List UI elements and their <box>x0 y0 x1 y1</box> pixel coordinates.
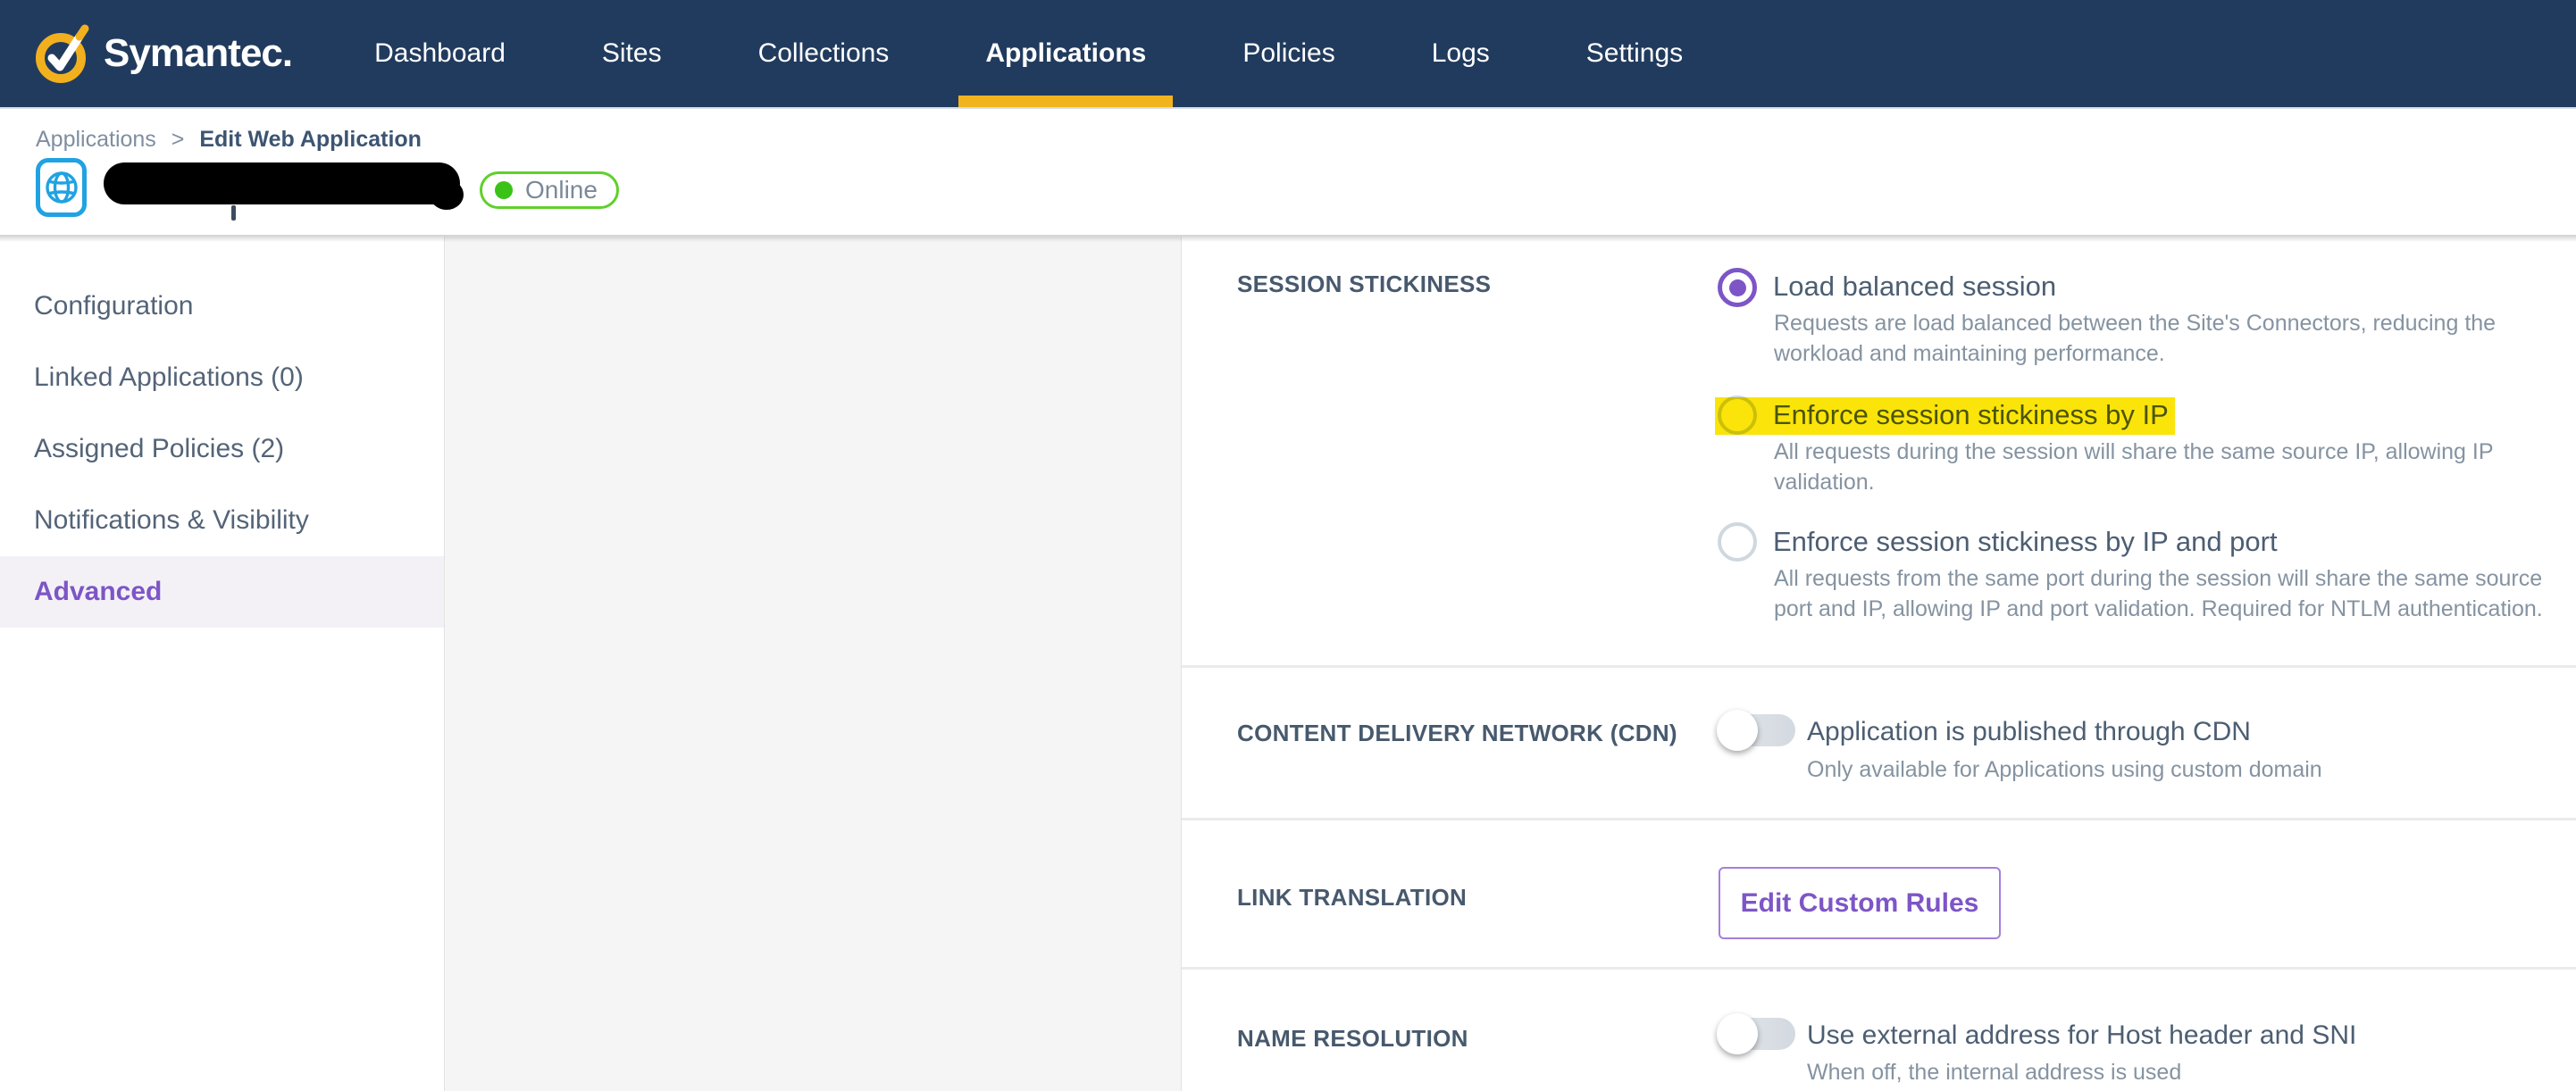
sidebar-item-configuration[interactable]: Configuration <box>0 271 444 342</box>
app-settings-sidebar: Configuration Linked Applications (0) As… <box>0 235 444 1091</box>
nav-item-collections[interactable]: Collections <box>732 0 916 107</box>
radio-stickiness-by-ip-and-port[interactable] <box>1718 522 1757 562</box>
app-name-redaction <box>104 162 464 210</box>
sidebar-item-notifications-visibility[interactable]: Notifications & Visibility <box>0 485 444 556</box>
online-status-dot-icon <box>495 181 513 199</box>
breadcrumb: Applications > Edit Web Application <box>36 127 422 153</box>
option-label-stickiness-by-ip-and-port[interactable]: Enforce session stickiness by IP and por… <box>1773 526 2278 558</box>
brand-name: Symantec. <box>104 31 293 75</box>
nav-item-logs[interactable]: Logs <box>1405 0 1517 107</box>
breadcrumb-separator: > <box>171 127 185 152</box>
option-desc-stickiness-by-ip: All requests during the session will sha… <box>1774 439 2494 495</box>
status-badge: Online <box>480 171 619 209</box>
section-divider <box>1182 818 2576 820</box>
section-divider <box>1182 967 2576 970</box>
option-desc-stickiness-by-ip-and-port: All requests from the same port during t… <box>1774 566 2543 621</box>
name-resolution-toggle-sublabel: When off, the internal address is used <box>1807 1060 2182 1085</box>
radio-load-balanced-session[interactable] <box>1718 268 1757 307</box>
top-navbar: Symantec. Dashboard Sites Collections Ap… <box>0 0 2576 107</box>
cdn-label: CONTENT DELIVERY NETWORK (CDN) <box>1237 720 1677 746</box>
link-translation-label: LINK TRANSLATION <box>1237 884 1468 911</box>
sidebar-item-advanced[interactable]: Advanced <box>0 556 444 628</box>
app-name-letter-descender <box>231 205 236 221</box>
symantec-checkmark-icon <box>36 24 89 83</box>
symantec-logo[interactable]: Symantec. <box>34 22 293 85</box>
session-stickiness-label: SESSION STICKINESS <box>1237 271 1492 297</box>
name-resolution-toggle-knob <box>1717 1013 1758 1054</box>
app-screen: Symantec. Dashboard Sites Collections Ap… <box>0 0 2576 1091</box>
nav-menu: Dashboard Sites Collections Applications… <box>347 0 1752 107</box>
cdn-toggle-label: Application is published through CDN <box>1807 717 2251 746</box>
advanced-settings-panel: SESSION STICKINESS Load balanced session… <box>1182 235 2576 1091</box>
edit-custom-rules-button[interactable]: Edit Custom Rules <box>1719 867 2001 939</box>
breadcrumb-current: Edit Web Application <box>199 127 422 152</box>
nav-item-sites[interactable]: Sites <box>575 0 689 107</box>
web-app-icon-box <box>36 158 87 217</box>
breadcrumb-applications-link[interactable]: Applications <box>36 127 156 152</box>
status-label: Online <box>525 176 598 204</box>
cdn-toggle-sublabel: Only available for Applications using cu… <box>1807 757 2322 782</box>
empty-content-panel <box>444 237 1182 1091</box>
name-resolution-toggle-label: Use external address for Host header and… <box>1807 1020 2357 1050</box>
globe-icon <box>45 171 78 204</box>
cdn-toggle-knob <box>1717 710 1758 751</box>
sidebar-item-assigned-policies[interactable]: Assigned Policies (2) <box>0 413 444 485</box>
option-desc-load-balanced-session: Requests are load balanced between the S… <box>1774 311 2497 366</box>
nav-item-applications[interactable]: Applications <box>958 0 1174 107</box>
radio-stickiness-by-ip[interactable] <box>1718 396 1757 435</box>
cdn-toggle[interactable] <box>1717 710 1795 751</box>
option-label-stickiness-by-ip[interactable]: Enforce session stickiness by IP <box>1773 399 2169 431</box>
nav-item-settings[interactable]: Settings <box>1560 0 1710 107</box>
name-resolution-toggle[interactable] <box>1717 1013 1795 1054</box>
option-label-load-balanced-session[interactable]: Load balanced session <box>1773 271 2056 303</box>
nav-item-policies[interactable]: Policies <box>1216 0 1361 107</box>
name-resolution-label: NAME RESOLUTION <box>1237 1025 1468 1052</box>
page-header: Applications > Edit Web Application Onli… <box>0 107 2576 235</box>
nav-item-dashboard[interactable]: Dashboard <box>347 0 532 107</box>
sidebar-item-linked-applications[interactable]: Linked Applications (0) <box>0 342 444 413</box>
section-divider <box>1182 665 2576 668</box>
